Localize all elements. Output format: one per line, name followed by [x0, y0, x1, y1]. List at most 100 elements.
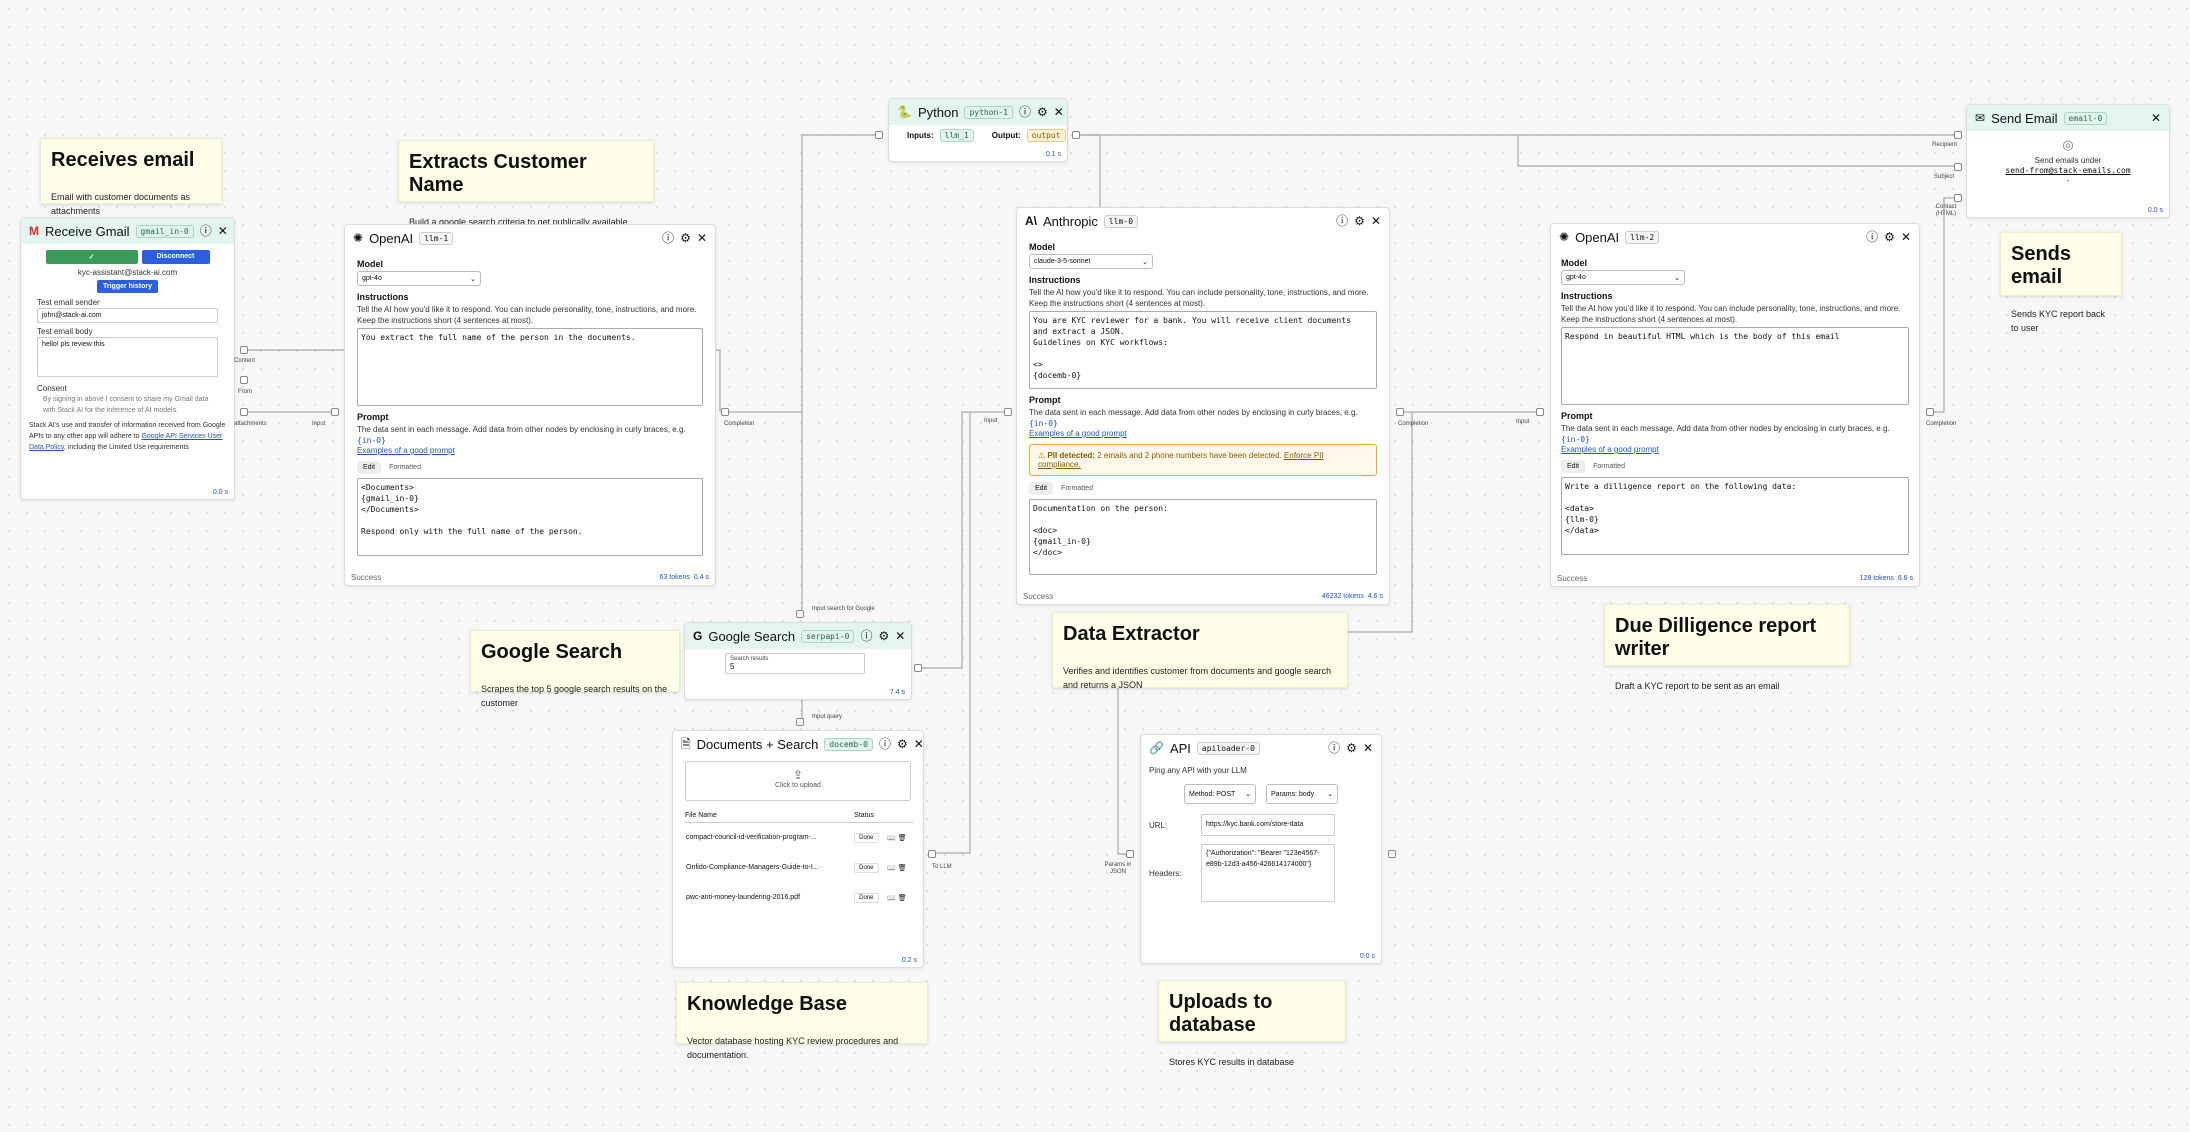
connected-button[interactable]: ✓ — [45, 250, 138, 264]
model-select[interactable]: claude-3-5-sonnet ⌄ — [1029, 254, 1153, 269]
info-icon[interactable]: ⓘ — [860, 630, 872, 642]
prompt-input[interactable]: Documentation on the person: <doc> {gmai… — [1029, 499, 1377, 575]
method-select[interactable]: Method: POST ⌄ — [1184, 784, 1256, 804]
gear-icon[interactable]: ⚙ — [1346, 742, 1357, 754]
llm2-completion-port[interactable] — [1926, 408, 1934, 416]
tab-edit[interactable]: Edit — [1029, 482, 1054, 495]
trigger-history-button[interactable]: Trigger history — [96, 280, 158, 293]
model-select[interactable]: gpt-4o ⌄ — [357, 271, 481, 286]
gear-icon[interactable]: ⚙ — [680, 232, 691, 244]
python-output-port[interactable] — [1072, 131, 1080, 139]
llm2-input-port[interactable] — [1536, 408, 1544, 416]
search-results-field[interactable]: Search results 5 — [725, 653, 865, 674]
node-receive-gmail[interactable]: M Receive Gmail gmail_in-0 ⓘ ✕ ✓ Disconn… — [20, 217, 235, 500]
anthropic-input-port[interactable] — [1004, 408, 1012, 416]
close-icon[interactable]: ✕ — [2151, 112, 2161, 124]
policy-text: Stack AI's use and transfer of informati… — [29, 420, 226, 453]
sticky-body: Scrapes the top 5 google search results … — [481, 684, 668, 708]
info-icon[interactable]: ⓘ — [1336, 215, 1348, 227]
body-input[interactable]: hello! pls review this — [37, 337, 218, 377]
gear-icon[interactable]: ⚙ — [1884, 231, 1895, 243]
close-icon[interactable]: ✕ — [1363, 742, 1373, 754]
email-contact-port[interactable] — [1954, 194, 1962, 202]
tab-edit[interactable]: Edit — [357, 461, 382, 474]
headers-input[interactable]: {"Authorization": "Bearer "123e4567-e89b… — [1201, 844, 1335, 902]
close-icon[interactable]: ✕ — [895, 630, 905, 642]
email-recipient-port[interactable] — [1954, 131, 1962, 139]
model-select[interactable]: gpt-4o ⌄ — [1561, 270, 1685, 285]
node-openai-llm2[interactable]: ✺ OpenAI llm-2 ⓘ ⚙ ✕ Model gpt-4o ⌄ Instr… — [1550, 223, 1920, 587]
info-icon[interactable]: ⓘ — [879, 738, 891, 750]
gear-icon[interactable]: ⚙ — [1354, 215, 1365, 227]
port-label: Input — [312, 421, 326, 427]
python-input-port[interactable] — [875, 131, 883, 139]
node-openai-llm1[interactable]: ✺ OpenAI llm-1 ⓘ ⚙ ✕ Model gpt-4o ⌄ Instr… — [344, 224, 716, 586]
info-icon[interactable]: ⓘ — [1866, 231, 1878, 243]
upload-area[interactable]: ⇪ Click to upload — [685, 761, 911, 801]
info-icon[interactable]: ⓘ — [200, 225, 212, 237]
warning-icon: ⚠ — [1038, 451, 1046, 460]
llm1-completion-port[interactable] — [721, 408, 729, 416]
close-icon[interactable]: ✕ — [1371, 215, 1381, 227]
close-icon[interactable]: ✕ — [1901, 231, 1911, 243]
close-icon[interactable]: ✕ — [218, 225, 228, 237]
close-icon[interactable]: ✕ — [697, 232, 707, 244]
api-input-port[interactable] — [1126, 850, 1134, 858]
node-documents-search[interactable]: 🗎 Documents + Search docemb-0 ⓘ ⚙ ✕ ⇪ Cl… — [672, 730, 924, 968]
examples-link[interactable]: Examples of a good prompt — [1561, 445, 1909, 454]
close-icon[interactable]: ✕ — [914, 738, 924, 750]
params-select[interactable]: Params: body ⌄ — [1266, 784, 1338, 804]
tab-formatted[interactable]: Formatted — [1587, 460, 1631, 473]
email-subject-port[interactable] — [1954, 163, 1962, 171]
tab-formatted[interactable]: Formatted — [1055, 482, 1099, 495]
node-api[interactable]: 🔗 API apiloader-0 ⓘ ⚙ ✕ Ping any API wit… — [1140, 734, 1382, 964]
info-icon[interactable]: ⓘ — [662, 232, 674, 244]
gear-icon[interactable]: ⚙ — [897, 738, 908, 750]
gear-icon[interactable]: ⚙ — [1037, 106, 1048, 118]
examples-link[interactable]: Examples of a good prompt — [1029, 429, 1377, 438]
gsearch-output-port[interactable] — [914, 664, 922, 672]
api-output-port[interactable] — [1388, 850, 1396, 858]
examples-link[interactable]: Examples of a good prompt — [357, 446, 703, 455]
node-google-search[interactable]: G Google Search serpapi-0 ⓘ ⚙ ✕ Search r… — [684, 622, 912, 700]
instructions-input[interactable]: Respond in beautiful HTML which is the b… — [1561, 327, 1909, 405]
close-icon[interactable]: ✕ — [1054, 106, 1064, 118]
node-python[interactable]: 🐍 Python python-1 ⓘ ⚙ ✕ Inputs: llm_1 Ou… — [888, 98, 1068, 162]
gmail-from-port[interactable] — [240, 376, 248, 384]
open-book-icon[interactable]: 📖 — [887, 865, 896, 872]
sender-input[interactable]: john@stack-ai.com — [37, 308, 218, 323]
sticky-title: Uploads to database — [1169, 991, 1273, 1036]
tab-formatted[interactable]: Formatted — [383, 461, 427, 474]
prompt-input[interactable]: Write a dilligence report on the followi… — [1561, 477, 1909, 555]
open-book-icon[interactable]: 📖 — [887, 895, 896, 902]
docs-output-port[interactable] — [928, 850, 936, 858]
file-name: compact-council-id-verification-program-… — [686, 834, 817, 842]
status-badge: Done — [854, 893, 879, 903]
tab-edit[interactable]: Edit — [1561, 460, 1586, 473]
account-email: kyc-assistant@stack-ai.com — [77, 268, 178, 277]
gmail-attachments-port[interactable] — [240, 408, 248, 416]
url-input[interactable]: https://kyc.bank.com/store-data — [1201, 814, 1335, 836]
sender-label: Test email sender — [37, 298, 100, 307]
gsearch-input-port[interactable] — [796, 610, 804, 618]
trash-icon[interactable]: 🗑 — [898, 865, 907, 872]
trash-icon[interactable]: 🗑 — [898, 895, 907, 902]
gmail-content-port[interactable] — [240, 346, 248, 354]
open-book-icon[interactable]: 📖 — [887, 835, 896, 842]
node-header: M Receive Gmail gmail_in-0 ⓘ ✕ — [21, 218, 234, 244]
instructions-input[interactable]: You extract the full name of the person … — [357, 328, 703, 406]
disconnect-button[interactable]: Disconnect — [141, 250, 210, 264]
trash-icon[interactable]: 🗑 — [898, 835, 907, 842]
llm1-input-port[interactable] — [331, 408, 339, 416]
node-anthropic[interactable]: A\ Anthropic llm-0 ⓘ ⚙ ✕ Model claude-3-… — [1016, 207, 1390, 605]
info-icon[interactable]: ⓘ — [1019, 106, 1031, 118]
node-title: OpenAI — [1575, 229, 1620, 245]
gsearch-query-port[interactable] — [796, 718, 804, 726]
node-send-email[interactable]: ✉ Send Email email-0 ✕ ◎ Send emails und… — [1966, 104, 2170, 218]
sticky-title: Google Search — [481, 641, 623, 663]
prompt-input[interactable]: <Documents> {gmail_in-0} </Documents> Re… — [357, 478, 703, 556]
anthropic-completion-port[interactable] — [1396, 408, 1404, 416]
info-icon[interactable]: ⓘ — [1328, 742, 1340, 754]
gear-icon[interactable]: ⚙ — [878, 630, 889, 642]
instructions-input[interactable]: You are KYC reviewer for a bank. You wil… — [1029, 311, 1377, 389]
